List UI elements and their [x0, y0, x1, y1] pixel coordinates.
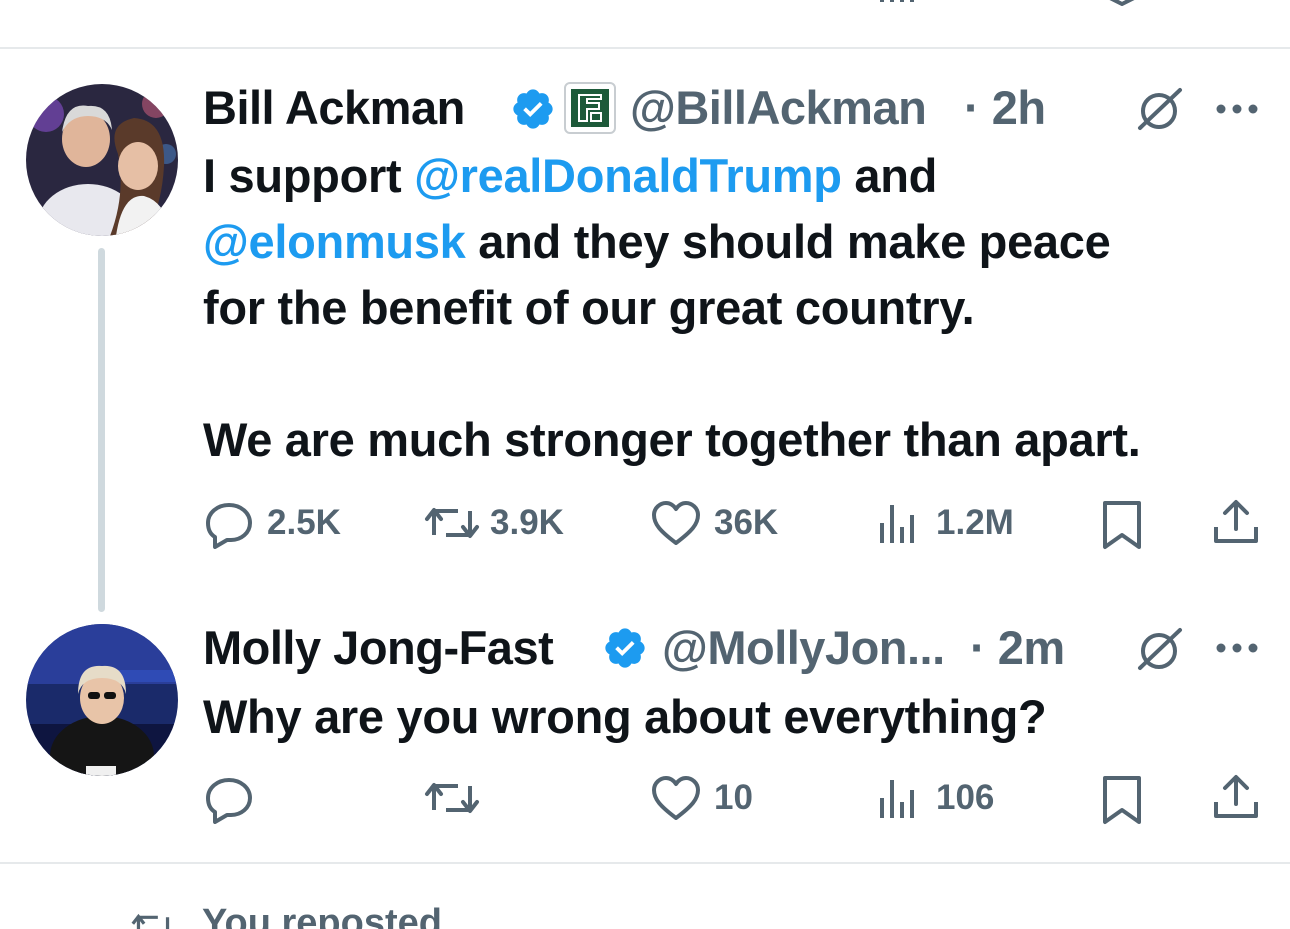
share-icon[interactable]: [1210, 772, 1262, 824]
views-icon: [876, 772, 928, 824]
affiliate-logo-icon[interactable]: [564, 82, 616, 134]
tweet2-like-count: 10: [714, 778, 753, 817]
tweet1-text-line4: We are much stronger together than apart…: [203, 413, 1141, 466]
more-icon[interactable]: [1214, 86, 1260, 132]
mention-elonmusk[interactable]: @elonmusk: [203, 215, 466, 268]
reposted-banner: You reposted: [130, 900, 630, 929]
share-icon[interactable]: [1210, 497, 1262, 549]
mention-realdonaldtrump[interactable]: @realDonaldTrump: [414, 149, 842, 202]
tweet1-views-button[interactable]: 1.2M: [876, 497, 1036, 549]
tweet1-reply-button[interactable]: 2.5K: [203, 497, 373, 549]
tweet1-reply-count: 2.5K: [267, 503, 341, 542]
like-icon: [650, 772, 702, 824]
divider-bottom: [0, 862, 1290, 864]
reposted-label: You reposted: [202, 902, 442, 929]
tweet1-text-segment: and: [841, 149, 938, 202]
partial-views-icon: [876, 0, 918, 4]
tweet2-timestamp[interactable]: · 2m: [970, 620, 1065, 676]
thread-connector-line: [98, 248, 105, 612]
reply-icon: [206, 778, 252, 824]
tweet1-author-handle[interactable]: @BillAckman: [630, 80, 927, 136]
tweet2-reply-button[interactable]: [203, 772, 255, 824]
tweet1-repost-count: 3.9K: [490, 503, 564, 542]
tweet1-text-segment: I support: [203, 149, 415, 202]
previous-tweet-actions-partial: [200, 0, 1290, 10]
avatar-bill-ackman[interactable]: [26, 84, 178, 236]
more-icon[interactable]: [1214, 625, 1260, 671]
like-icon: [650, 497, 702, 549]
tweet1-timestamp[interactable]: · 2h: [964, 80, 1046, 136]
repost-icon: [425, 783, 479, 813]
tweet2-views-count: 106: [936, 778, 995, 817]
tweet1-text-segment: and they should make peace: [465, 215, 1111, 268]
tweet1-text-line3: for the benefit of our great country.: [203, 281, 975, 334]
grok-icon[interactable]: [1134, 84, 1184, 134]
tweet1-text-line2: @elonmusk and they should make peace: [203, 209, 1111, 275]
tweet2-like-button[interactable]: 10: [650, 772, 780, 824]
tweet-bill-ackman[interactable]: Bill Ackman @BillAckman · 2h I support @…: [0, 49, 1290, 609]
grok-icon[interactable]: [1134, 624, 1184, 674]
tweet2-author-name[interactable]: Molly Jong-Fast: [203, 620, 554, 676]
bookmark-icon[interactable]: [1096, 499, 1148, 551]
reply-icon: [203, 497, 255, 549]
tweet1-views-count: 1.2M: [936, 503, 1014, 542]
partial-share-icon[interactable]: [1216, 0, 1260, 6]
tweet1-author-name[interactable]: Bill Ackman: [203, 80, 465, 136]
tweet-molly-jong-fast[interactable]: Molly Jong-Fast @MollyJon... · 2m Why ar…: [0, 612, 1290, 860]
bookmark-icon[interactable]: [1096, 774, 1148, 826]
tweet2-repost-button[interactable]: [424, 772, 480, 824]
tweet2-views-button[interactable]: 106: [876, 772, 1016, 824]
tweet2-text: Why are you wrong about everything?: [203, 690, 1047, 743]
partial-bookmark-icon[interactable]: [1102, 0, 1142, 6]
repost-small-icon: [130, 906, 182, 929]
verified-badge-icon: [602, 625, 648, 671]
tweet1-text-line1: I support @realDonaldTrump and: [203, 143, 937, 209]
views-icon: [876, 497, 928, 549]
avatar-molly-jong-fast[interactable]: [26, 624, 178, 776]
tweet1-repost-button[interactable]: 3.9K: [424, 497, 594, 549]
repost-icon: [424, 497, 479, 549]
tweet2-author-handle[interactable]: @MollyJon...: [662, 620, 945, 676]
verified-badge-icon: [510, 86, 556, 132]
tweet1-like-button[interactable]: 36K: [650, 497, 800, 549]
tweet1-like-count: 36K: [714, 503, 779, 542]
